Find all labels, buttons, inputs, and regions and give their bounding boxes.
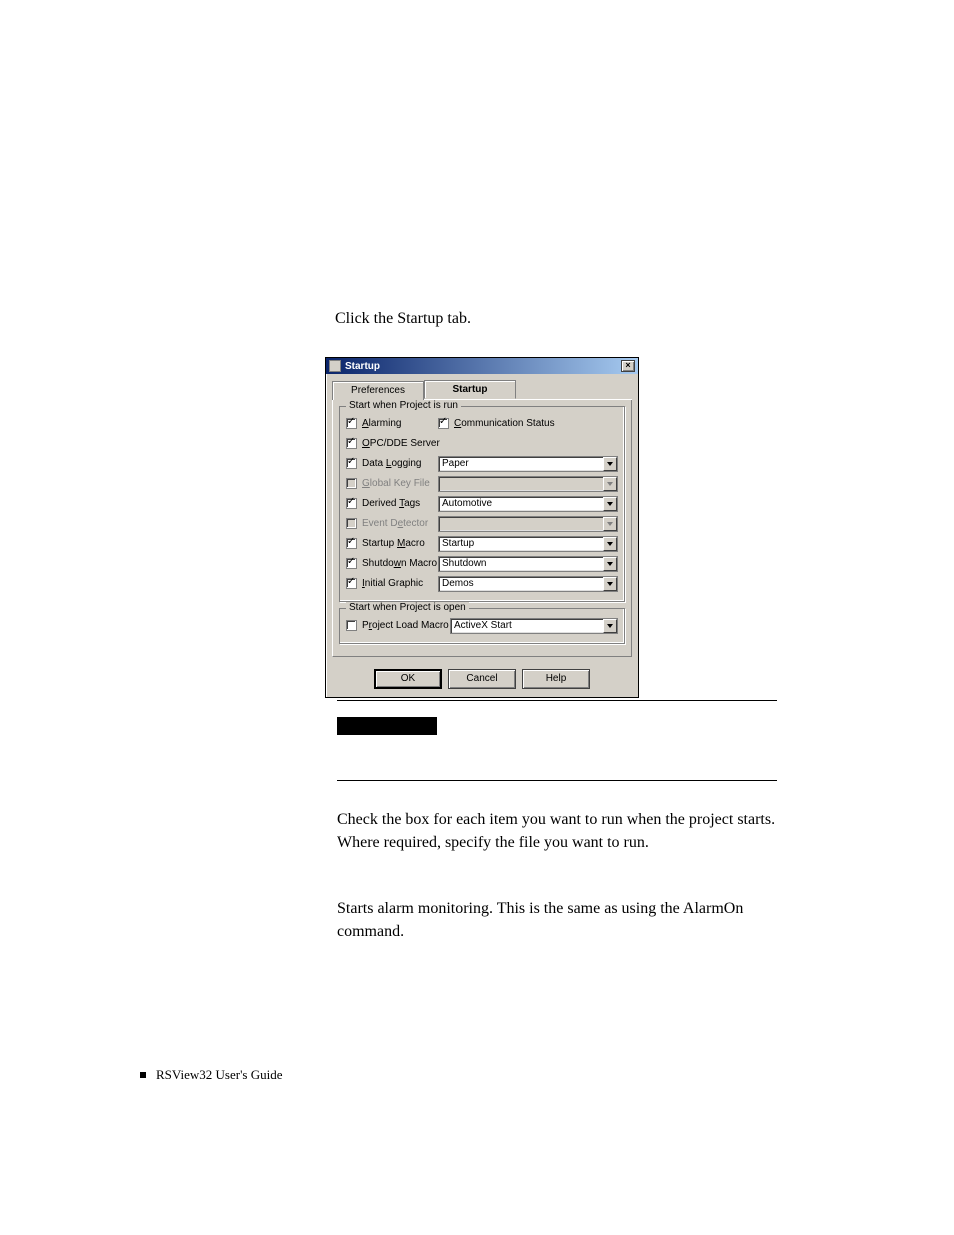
project-load-macro-label: Project Load Macro	[362, 620, 450, 631]
comm-status-checkbox[interactable]	[438, 418, 449, 429]
data-logging-checkbox[interactable]	[346, 458, 357, 469]
redacted-heading	[337, 717, 437, 735]
instruction-text: Click the Startup tab.	[335, 310, 785, 328]
body-paragraph-1: Check the box for each item you want to …	[337, 808, 777, 854]
global-key-label: Global Key File	[362, 478, 438, 489]
startup-dialog: Startup × Preferences Startup Start when…	[325, 357, 639, 698]
initial-graphic-combo[interactable]: Demos	[438, 576, 618, 592]
global-key-checkbox	[346, 478, 357, 489]
project-load-macro-combo[interactable]: ActiveX Start	[450, 618, 618, 634]
shutdown-macro-checkbox[interactable]	[346, 558, 357, 569]
opc-dde-checkbox[interactable]	[346, 438, 357, 449]
data-logging-label: Data Logging	[362, 458, 438, 469]
alarming-checkbox[interactable]	[346, 418, 357, 429]
page-footer: RSView32 User's Guide	[140, 1067, 283, 1083]
derived-tags-combo[interactable]: Automotive	[438, 496, 618, 512]
global-key-combo	[438, 476, 618, 492]
startup-macro-label: Startup Macro	[362, 538, 438, 549]
alarming-label: Alarming	[362, 418, 438, 429]
derived-tags-label: Derived Tags	[362, 498, 438, 509]
chevron-down-icon[interactable]	[603, 457, 617, 471]
titlebar[interactable]: Startup ×	[326, 358, 638, 374]
tab-preferences[interactable]: Preferences	[332, 381, 424, 400]
dialog-button-row: OK Cancel Help	[326, 663, 638, 697]
startup-macro-checkbox[interactable]	[346, 538, 357, 549]
initial-graphic-label: Initial Graphic	[362, 578, 438, 589]
shutdown-macro-combo[interactable]: Shutdown	[438, 556, 618, 572]
chevron-down-icon[interactable]	[603, 577, 617, 591]
project-load-macro-checkbox[interactable]	[346, 620, 357, 631]
event-detector-checkbox	[346, 518, 357, 529]
group-start-when-run: Start when Project is run Alarming Commu…	[339, 406, 625, 602]
tab-panel: Start when Project is run Alarming Commu…	[332, 400, 632, 657]
body-paragraph-2: Starts alarm monitoring. This is the sam…	[337, 897, 777, 943]
footer-text: RSView32 User's Guide	[156, 1067, 283, 1083]
group-open-title: Start when Project is open	[346, 602, 469, 613]
ok-button[interactable]: OK	[374, 669, 442, 689]
shutdown-macro-label: Shutdown Macro	[362, 558, 438, 569]
chevron-down-icon	[603, 477, 617, 491]
derived-tags-checkbox[interactable]	[346, 498, 357, 509]
tab-startup[interactable]: Startup	[424, 380, 516, 399]
bullet-icon	[140, 1072, 146, 1078]
event-detector-label: Event Detector	[362, 518, 438, 529]
initial-graphic-checkbox[interactable]	[346, 578, 357, 589]
help-button[interactable]: Help	[522, 669, 590, 689]
chevron-down-icon[interactable]	[603, 619, 617, 633]
comm-status-label: Communication Status	[454, 418, 555, 429]
opc-dde-label: OPC/DDE Server	[362, 438, 440, 449]
horizontal-rule	[337, 780, 777, 781]
event-detector-combo	[438, 516, 618, 532]
chevron-down-icon	[603, 517, 617, 531]
horizontal-rule	[337, 700, 777, 701]
chevron-down-icon[interactable]	[603, 537, 617, 551]
group-start-when-open: Start when Project is open Project Load …	[339, 608, 625, 644]
chevron-down-icon[interactable]	[603, 557, 617, 571]
tab-strip: Preferences Startup	[332, 380, 632, 400]
data-logging-combo[interactable]: Paper	[438, 456, 618, 472]
chevron-down-icon[interactable]	[603, 497, 617, 511]
dialog-title: Startup	[345, 361, 621, 372]
group-run-title: Start when Project is run	[346, 400, 461, 411]
system-menu-icon[interactable]	[329, 360, 341, 372]
cancel-button[interactable]: Cancel	[448, 669, 516, 689]
startup-macro-combo[interactable]: Startup	[438, 536, 618, 552]
close-button[interactable]: ×	[621, 360, 635, 372]
